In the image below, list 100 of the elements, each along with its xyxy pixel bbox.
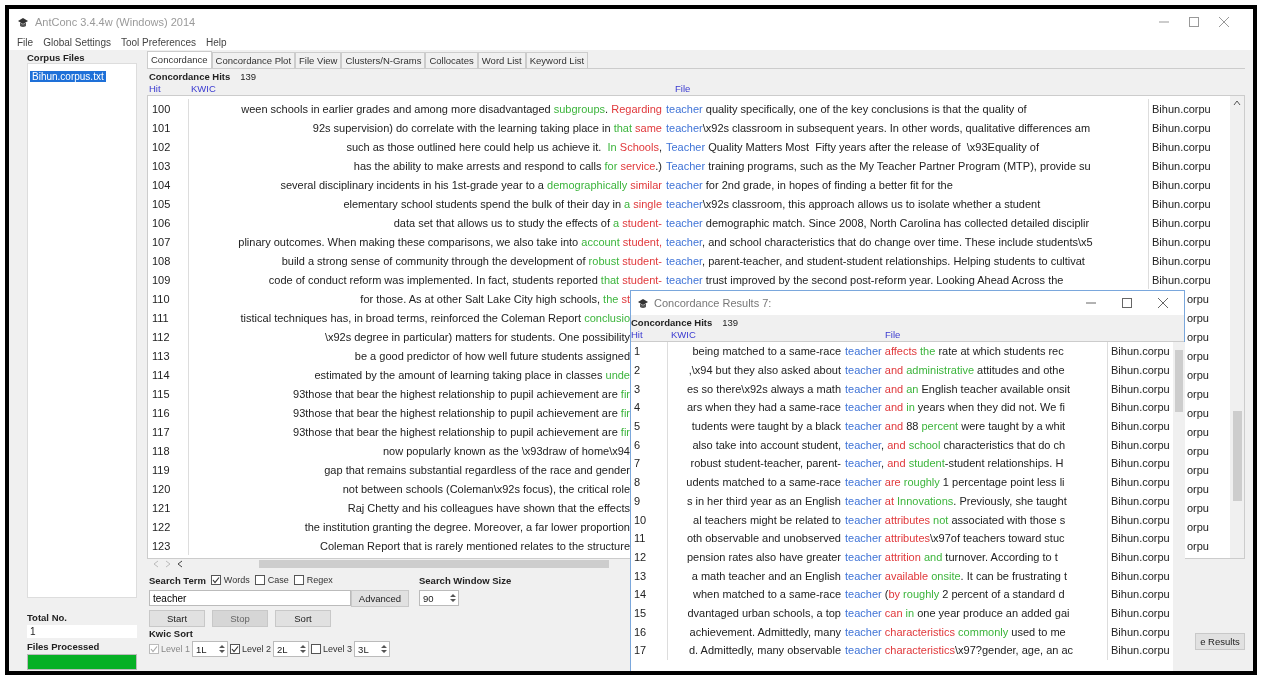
hit-number: 4 (633, 401, 642, 414)
scroll-up-icon[interactable] (1233, 100, 1241, 106)
file-name: Bihun.corpu (1111, 588, 1170, 601)
search-field[interactable]: teacher (149, 590, 351, 606)
level-label: Level 3 (323, 644, 353, 654)
maximize-icon[interactable] (1189, 17, 1199, 27)
hit-number: 10 (633, 513, 648, 526)
file-name: Bihun.corpu (1111, 494, 1170, 507)
hit-number: 9 (633, 494, 642, 507)
hit-number: 112 (151, 330, 171, 343)
right-context: teacher can in one year produce an added gai (845, 606, 1070, 619)
file-name: orpu (1186, 330, 1209, 343)
left-context: ,\x94 but they also asked about (688, 364, 841, 377)
scrollbar[interactable] (1173, 342, 1185, 671)
right-context: teacher quality specifically, one of the key conclusions is that the quality of (666, 102, 1027, 115)
left-context: udents matched to a same-race (686, 476, 841, 489)
checkbox[interactable] (254, 575, 265, 585)
right-context: teacher attrition and turnover. According to t (845, 550, 1058, 563)
file-name: Bihun.corpu (1111, 513, 1170, 526)
tab[interactable]: Clusters/N-Grams (341, 52, 426, 68)
checkbox[interactable] (311, 644, 322, 654)
left-context: \x92s degree in particular) matters for students. One possibility (324, 330, 630, 343)
action-button[interactable]: Sort (275, 609, 331, 627)
menu-item[interactable]: Tool Preferences (120, 37, 196, 48)
tab[interactable]: Concordance Plot (211, 52, 296, 68)
hit-number: 7 (633, 457, 642, 470)
hits-count: 139 (722, 316, 739, 328)
left-context: d. Admittedly, many observable (688, 644, 841, 657)
right-context: teacher trust improved by the second post-reform year. Looking Ahead Across the (666, 273, 1064, 286)
window-size-label: Search Window Size (419, 574, 512, 586)
left-context: s in her third year as an English (686, 494, 841, 507)
file-name: Bihun.corpu (1152, 121, 1211, 134)
file-item[interactable]: Bihun.corpus.txt (30, 71, 106, 82)
file-name: orpu (1186, 520, 1209, 533)
results-button[interactable]: e Results (1195, 633, 1245, 650)
tab[interactable]: Keyword List (525, 52, 589, 68)
action-button[interactable]: Start (149, 609, 205, 627)
hit-number: 13 (633, 569, 648, 582)
tab[interactable]: File View (295, 52, 342, 68)
right-context: teacher (by roughly 2 percent of a standard d (845, 588, 1065, 601)
hit-number: 5 (633, 420, 642, 433)
scroll-right-icon[interactable] (165, 560, 171, 568)
scrollbar-thumb[interactable] (1232, 411, 1242, 501)
total-label: Total No. (27, 612, 68, 623)
left-context: such as those outlined here could help us achieve it. In Schools, (346, 140, 662, 153)
left-context: dvantaged urban schools, a top (687, 606, 841, 619)
column-header[interactable]: KWIC (671, 329, 885, 341)
hits-label: Concordance Hits (631, 316, 713, 328)
column-header[interactable]: File (675, 83, 1163, 95)
file-name: Bihun.corpu (1152, 178, 1211, 191)
right-context: teacher\x92s classroom in subsequent years. In other words, qualitative differences am (666, 121, 1091, 134)
scrollbar-thumb[interactable] (259, 560, 609, 568)
hit-number: 16 (633, 625, 648, 638)
hit-number: 17 (633, 644, 648, 657)
right-context: teacher and 88 percent were taught by a whit (845, 420, 1066, 433)
left-context: Coleman Report that is rarely mentioned relates to the structure (320, 539, 630, 552)
hit-number: 102 (151, 140, 172, 153)
hit-number: 116 (151, 406, 171, 419)
hit-number: 107 (151, 235, 172, 248)
column-header[interactable]: Hit (149, 83, 191, 95)
column-header[interactable]: KWIC (191, 83, 675, 95)
menu-item[interactable]: Global Settings (43, 37, 111, 48)
scroll-left-icon[interactable] (177, 560, 183, 568)
hit-number: 115 (151, 387, 171, 400)
file-name: Bihun.corpu (1111, 625, 1170, 638)
window-title: AntConc 3.4.4w (Windows) 2014 (35, 16, 197, 28)
checkbox[interactable] (293, 575, 304, 585)
checkbox[interactable] (230, 644, 241, 654)
hit-number: 100 (151, 102, 172, 115)
level-spinner[interactable]: 2L (273, 641, 310, 657)
hit-number: 117 (151, 425, 171, 438)
advanced-button[interactable]: Advanced (351, 589, 409, 607)
right-context: teacher are roughly 1 percentage point less li (845, 476, 1065, 489)
hit-number: 118 (151, 444, 171, 457)
left-context: ars when they had a same-race (686, 401, 841, 414)
tab[interactable]: Word List (477, 52, 526, 68)
column-header[interactable]: Hit (631, 329, 671, 341)
menu-item[interactable]: File (17, 37, 34, 48)
column-header[interactable]: File (885, 329, 1045, 341)
close-icon[interactable] (1158, 298, 1168, 308)
window-size-spinner[interactable]: 90 (419, 590, 459, 606)
tab[interactable]: Collocates (425, 52, 478, 68)
file-name: Bihun.corpu (1111, 532, 1170, 545)
checkbox[interactable] (210, 575, 221, 585)
processed-label: Files Processed (27, 641, 101, 652)
tab[interactable]: Concordance (147, 51, 212, 68)
left-context: when matched to a same-race (693, 588, 841, 601)
file-name: Bihun.corpu (1111, 476, 1170, 489)
file-name: Bihun.corpu (1152, 159, 1211, 172)
left-context: al teachers might be related to (693, 513, 841, 526)
menu-item[interactable]: Help (206, 37, 227, 48)
file-name: Bihun.corpu (1111, 457, 1170, 470)
scrollbar[interactable] (1230, 96, 1244, 558)
hit-number: 8 (633, 476, 642, 489)
close-icon[interactable] (1219, 17, 1229, 27)
maximize-icon[interactable] (1122, 298, 1132, 308)
file-name: orpu (1186, 501, 1209, 514)
hit-number: 111 (151, 311, 170, 324)
level-spinner[interactable]: 3L (354, 641, 391, 657)
scrollbar-thumb[interactable] (1175, 350, 1183, 412)
